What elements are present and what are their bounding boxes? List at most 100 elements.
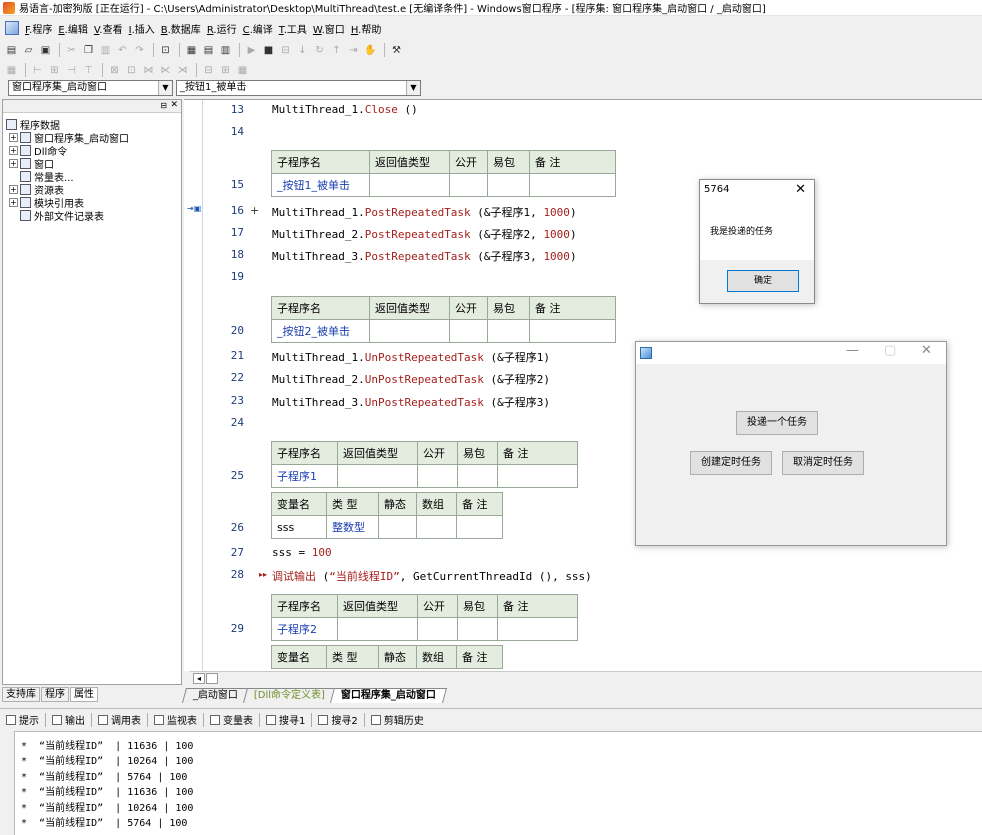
grid-icon[interactable]: ▦	[235, 63, 250, 78]
tab-clip-history[interactable]: 剪辑历史	[370, 712, 424, 727]
paste-icon[interactable]: ▥	[98, 43, 113, 58]
hand-icon[interactable]: ✋	[363, 43, 378, 58]
code-line-27[interactable]: sss = 100	[272, 546, 332, 559]
tab-properties[interactable]: 属性	[70, 687, 98, 702]
variable-type[interactable]: 整数型	[326, 515, 379, 539]
close-icon[interactable]: ✕	[170, 100, 178, 110]
find-icon[interactable]: ⊡	[158, 43, 173, 58]
tab-program[interactable]: 程序	[41, 687, 69, 702]
align-left-icon[interactable]: ⊢	[30, 63, 45, 78]
variable-name[interactable]: sss	[271, 515, 327, 539]
menu-window[interactable]: W.窗口	[310, 21, 348, 36]
compile-icon[interactable]: ⚒	[389, 43, 404, 58]
subroutine-select[interactable]: _按钮1_被单击 ▼	[176, 80, 421, 96]
horizontal-scrollbar[interactable]: ◂	[190, 671, 982, 685]
space-icon-3[interactable]: ⋊	[175, 63, 190, 78]
open-folder-icon[interactable]: ▱	[21, 43, 36, 58]
collapse-marker[interactable]: +	[250, 204, 259, 217]
tab-start-window[interactable]: _启动窗口	[181, 688, 250, 703]
align-right-icon[interactable]: ⊣	[64, 63, 79, 78]
step-out-icon[interactable]: ↑	[329, 43, 344, 58]
maximize-icon[interactable]: ▢	[884, 343, 896, 358]
menu-program[interactable]: F.程序	[22, 21, 55, 36]
chevron-down-icon[interactable]: ▼	[406, 81, 420, 95]
subroutine-name[interactable]: _按钮2_被单击	[271, 319, 370, 343]
subroutine-name[interactable]: 子程序2	[271, 617, 338, 641]
tab-window-assembly[interactable]: 窗口程序集_启动窗口	[330, 688, 448, 703]
minimize-icon[interactable]: —	[846, 343, 859, 358]
close-icon[interactable]: ✕	[795, 182, 806, 197]
subroutine-name[interactable]: _按钮1_被单击	[271, 173, 370, 197]
post-task-button[interactable]: 投递一个任务	[736, 411, 818, 435]
tab-call-stack[interactable]: 调用表	[98, 712, 141, 727]
layout-icon-1[interactable]: ▦	[184, 43, 199, 58]
code-line-23[interactable]: MultiThread_3.UnPostRepeatedTask (&子程序3)	[272, 394, 550, 410]
menu-view[interactable]: V.查看	[91, 21, 126, 36]
subroutine-name[interactable]: 子程序1	[271, 464, 338, 488]
run-to-cursor-icon[interactable]: ⇥	[346, 43, 361, 58]
tab-hint[interactable]: 提示	[6, 712, 39, 727]
code-line-22[interactable]: MultiThread_2.UnPostRepeatedTask (&子程序2)	[272, 371, 550, 387]
undo-icon[interactable]: ↶	[115, 43, 130, 58]
menu-compile[interactable]: C.编译	[240, 21, 276, 36]
step-into-icon[interactable]: ↓	[295, 43, 310, 58]
center-v-icon[interactable]: ⊞	[218, 63, 233, 78]
align-center-icon[interactable]: ⊞	[47, 63, 62, 78]
menu-database[interactable]: B.数据库	[158, 21, 204, 36]
tab-watch[interactable]: 监视表	[154, 712, 197, 727]
tab-dll-table[interactable]: [Dll命令定义表]	[242, 688, 337, 703]
pin-icon[interactable]: ⊟	[160, 101, 167, 110]
align-icon-1[interactable]: ▦	[4, 63, 19, 78]
breakpoint-gutter[interactable]	[184, 100, 203, 671]
code-line-17[interactable]: MultiThread_2.PostRepeatedTask (&子程序2, 1…	[272, 226, 577, 242]
new-file-icon[interactable]: ▤	[4, 43, 19, 58]
menu-insert[interactable]: I.插入	[126, 21, 158, 36]
redo-icon[interactable]: ↷	[132, 43, 147, 58]
space-icon-2[interactable]: ⋉	[158, 63, 173, 78]
space-icon-1[interactable]: ⋈	[141, 63, 156, 78]
stop-icon[interactable]: ■	[261, 43, 276, 58]
code-line-28[interactable]: 调试输出 (“当前线程ID”, GetCurrentThreadId (), s…	[272, 568, 592, 584]
create-timer-button[interactable]: 创建定时任务	[690, 451, 772, 475]
step-over-icon[interactable]: ↻	[312, 43, 327, 58]
menu-app-icon[interactable]	[5, 21, 19, 35]
expand-icon[interactable]: +	[9, 185, 18, 194]
chevron-down-icon[interactable]: ▼	[158, 81, 172, 95]
expand-icon[interactable]: +	[9, 198, 18, 207]
tab-search1[interactable]: 搜寻1	[266, 712, 305, 727]
tree-item-external-files[interactable]: 外部文件记录表	[20, 209, 104, 223]
assembly-select[interactable]: 窗口程序集_启动窗口 ▼	[8, 80, 173, 96]
code-line-18[interactable]: MultiThread_3.PostRepeatedTask (&子程序3, 1…	[272, 248, 577, 264]
output-panel[interactable]: * “当前线程ID” | 11636 | 100 * “当前线程ID” | 10…	[14, 731, 982, 835]
expand-icon[interactable]: +	[9, 146, 18, 155]
size-icon-1[interactable]: ⊠	[107, 63, 122, 78]
center-h-icon[interactable]: ⊟	[201, 63, 216, 78]
menu-tools[interactable]: T.工具	[276, 21, 310, 36]
step-icon[interactable]: ⊟	[278, 43, 293, 58]
layout-icon-2[interactable]: ▤	[201, 43, 216, 58]
scroll-left-icon[interactable]: ◂	[193, 673, 205, 684]
menu-run[interactable]: R.运行	[204, 21, 240, 36]
size-icon-2[interactable]: ⊡	[124, 63, 139, 78]
run-icon[interactable]: ▶	[244, 43, 259, 58]
cut-icon[interactable]: ✂	[64, 43, 79, 58]
ok-button[interactable]: 确定	[727, 270, 799, 292]
tab-variables[interactable]: 变量表	[210, 712, 253, 727]
cancel-timer-button[interactable]: 取消定时任务	[782, 451, 864, 475]
menu-help[interactable]: H.帮助	[348, 21, 385, 36]
align-top-icon[interactable]: ⊤	[81, 63, 96, 78]
tab-support-lib[interactable]: 支持库	[2, 687, 40, 702]
code-line-16[interactable]: MultiThread_1.PostRepeatedTask (&子程序1, 1…	[272, 204, 577, 220]
tab-output[interactable]: 输出	[52, 712, 85, 727]
copy-icon[interactable]: ❐	[81, 43, 96, 58]
expand-icon[interactable]: +	[9, 133, 18, 142]
code-line-13[interactable]: MultiThread_1.Close ()	[272, 103, 418, 116]
code-line-21[interactable]: MultiThread_1.UnPostRepeatedTask (&子程序1)	[272, 349, 550, 365]
tab-search2[interactable]: 搜寻2	[318, 712, 358, 727]
scroll-thumb[interactable]	[206, 673, 218, 684]
tree-item-assembly[interactable]: + 窗口程序集_启动窗口	[9, 131, 129, 145]
save-icon[interactable]: ▣	[38, 43, 53, 58]
layout-icon-3[interactable]: ▥	[218, 43, 233, 58]
menu-edit[interactable]: E.编辑	[55, 21, 91, 36]
close-icon[interactable]: ✕	[921, 343, 932, 358]
